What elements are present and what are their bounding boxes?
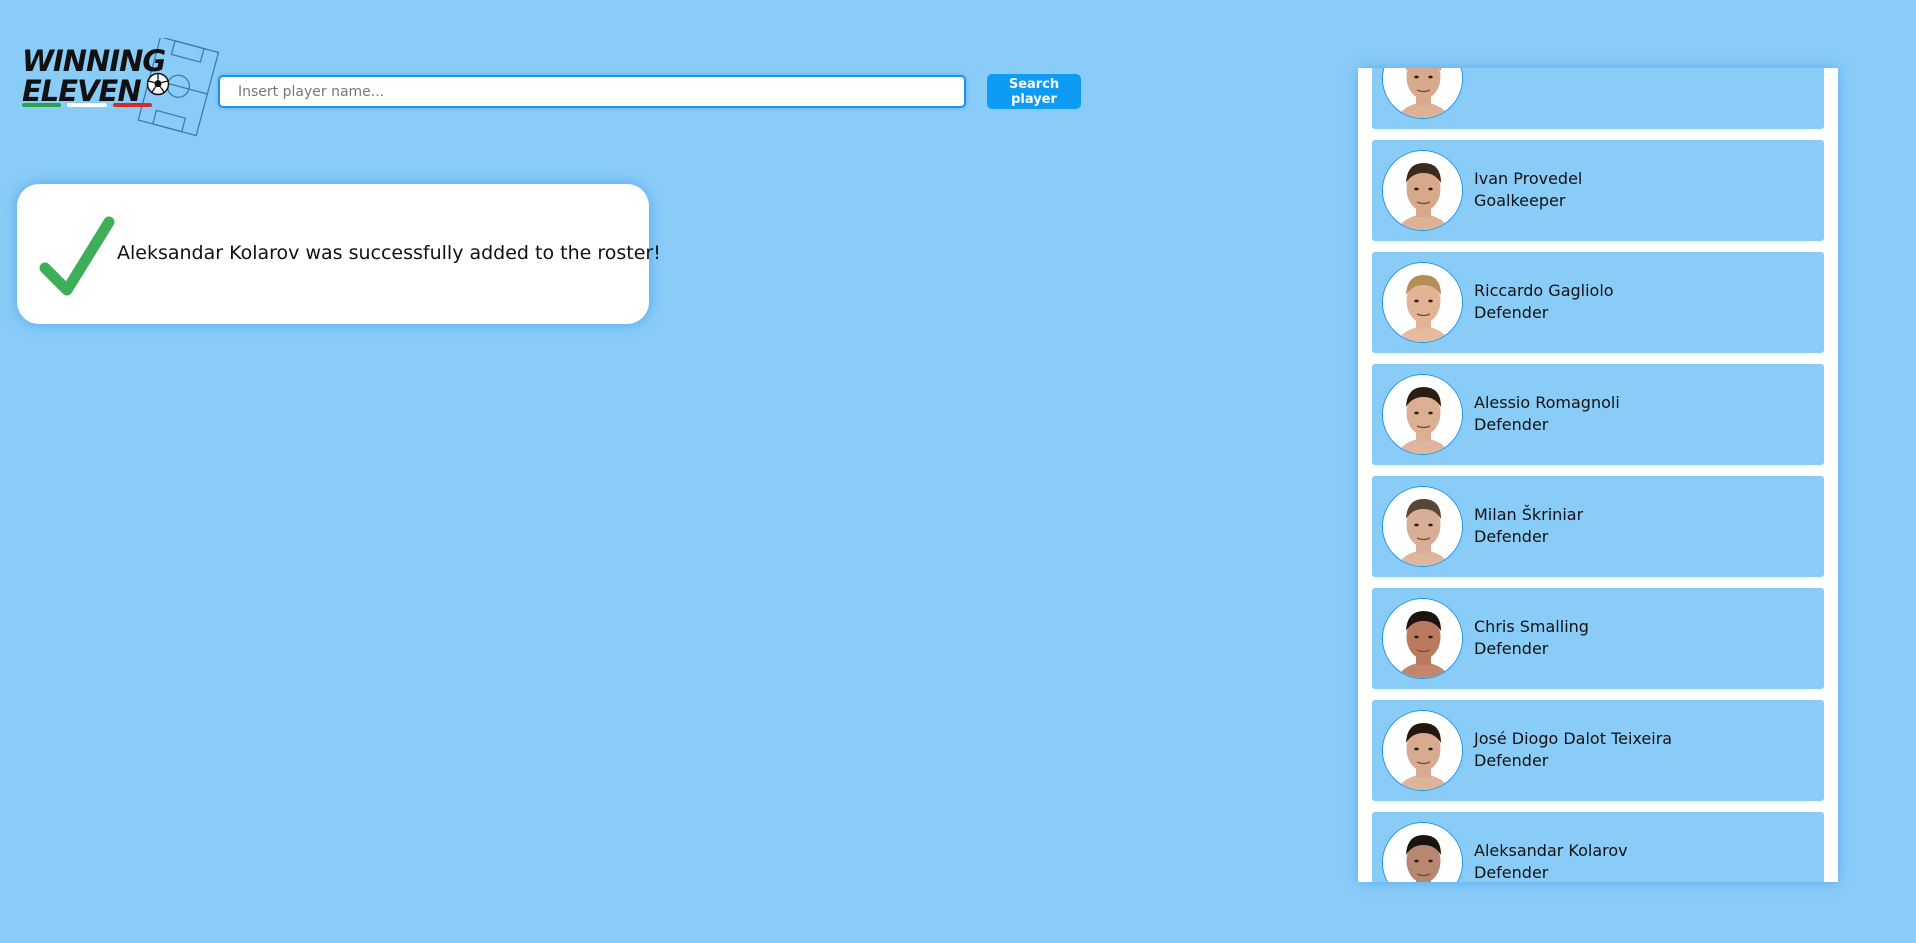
flag-green (22, 103, 62, 107)
player-role: Defender (1474, 751, 1549, 770)
search-player-button[interactable]: Search player (987, 74, 1081, 109)
player-card[interactable] (1372, 68, 1824, 129)
check-icon (39, 216, 115, 296)
player-photo (1382, 822, 1463, 882)
player-face-icon (1383, 151, 1462, 230)
player-face-icon (1383, 68, 1462, 118)
player-info: Riccardo Gagliolo Defender (1474, 280, 1614, 324)
player-photo (1382, 150, 1463, 231)
player-card[interactable]: José Diogo Dalot Teixeira Defender (1372, 700, 1824, 801)
player-face-icon (1383, 599, 1462, 678)
player-role: Goalkeeper (1474, 191, 1566, 210)
player-card[interactable]: Aleksandar Kolarov Defender (1372, 812, 1824, 882)
player-name: Milan Škriniar (1474, 505, 1584, 524)
player-search-input[interactable] (218, 75, 966, 108)
flag-white (67, 103, 107, 107)
player-role: Defender (1474, 863, 1549, 882)
roster-panel[interactable]: Ivan Provedel Goalkeeper Riccardo Gagliolo… (1358, 68, 1838, 882)
player-role: Defender (1474, 639, 1549, 658)
player-info: Milan Škriniar Defender (1474, 504, 1583, 548)
player-name: Chris Smalling (1474, 617, 1589, 636)
player-face-icon (1383, 375, 1462, 454)
player-card[interactable]: Riccardo Gagliolo Defender (1372, 252, 1824, 353)
toast-message: Aleksandar Kolarov was successfully adde… (117, 242, 661, 264)
player-info: Alessio Romagnoli Defender (1474, 392, 1620, 436)
player-card[interactable]: Chris Smalling Defender (1372, 588, 1824, 689)
success-toast: Aleksandar Kolarov was successfully adde… (17, 184, 661, 324)
player-photo (1382, 710, 1463, 791)
player-info: Chris Smalling Defender (1474, 616, 1589, 660)
player-card[interactable]: Ivan Provedel Goalkeeper (1372, 140, 1824, 241)
italian-flag-stripe (22, 103, 152, 107)
player-photo (1382, 486, 1463, 567)
roster-list: Ivan Provedel Goalkeeper Riccardo Gagliolo… (1372, 68, 1824, 882)
player-name: Alessio Romagnoli (1474, 393, 1620, 412)
player-face-icon (1383, 487, 1462, 566)
player-photo (1382, 374, 1463, 455)
logo[interactable]: WINNING ELEVEN (18, 38, 220, 138)
player-face-icon (1383, 711, 1462, 790)
player-photo (1382, 68, 1463, 119)
player-role: Defender (1474, 303, 1549, 322)
flag-red (112, 103, 152, 107)
player-card[interactable]: Milan Škriniar Defender (1372, 476, 1824, 577)
player-info: José Diogo Dalot Teixeira Defender (1474, 728, 1672, 772)
player-card[interactable]: Alessio Romagnoli Defender (1372, 364, 1824, 465)
player-name: Ivan Provedel (1474, 169, 1583, 188)
player-name: Riccardo Gagliolo (1474, 281, 1614, 300)
player-photo (1382, 262, 1463, 343)
logo-line-2: ELEVEN (22, 74, 142, 108)
player-face-icon (1383, 823, 1462, 882)
logo-line-1: WINNING (22, 44, 166, 78)
player-photo (1382, 598, 1463, 679)
logo-wordmark: WINNING ELEVEN (22, 44, 166, 108)
player-face-icon (1383, 263, 1462, 342)
player-info: Aleksandar Kolarov Defender (1474, 840, 1628, 882)
player-role: Defender (1474, 527, 1549, 546)
player-role: Defender (1474, 415, 1549, 434)
player-name: Aleksandar Kolarov (1474, 841, 1628, 860)
player-info: Ivan Provedel Goalkeeper (1474, 168, 1582, 212)
player-name: José Diogo Dalot Teixeira (1474, 729, 1673, 748)
